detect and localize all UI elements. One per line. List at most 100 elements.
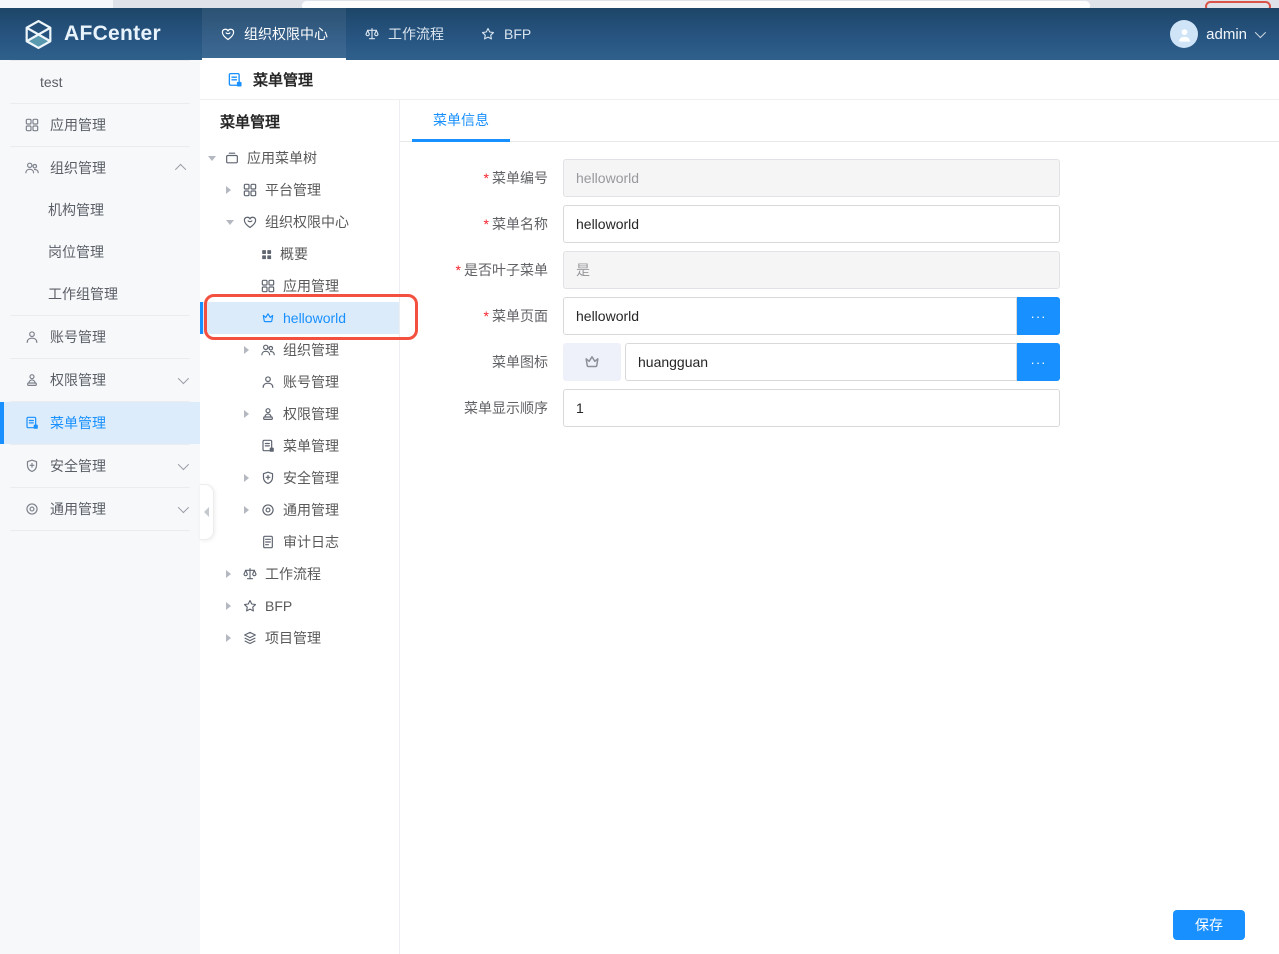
browser-address-bar — [302, 1, 1090, 8]
app-logo[interactable]: AFCenter — [0, 8, 202, 60]
scale-icon — [364, 26, 380, 42]
heart-shield-icon — [242, 214, 258, 230]
logo-text: AFCenter — [64, 22, 161, 46]
sidebar-item-security-management[interactable]: 安全管理 — [0, 445, 200, 487]
tree-item-label: 安全管理 — [283, 468, 339, 488]
grid-icon — [260, 278, 276, 294]
sidebar-item-app-management[interactable]: 应用管理 — [0, 104, 200, 146]
field-label: 菜单图标 — [400, 352, 548, 372]
tree-caret[interactable] — [244, 410, 260, 418]
tree-item-workflow[interactable]: 工作流程 — [200, 558, 399, 590]
tree-caret[interactable] — [226, 634, 242, 642]
menu-page-field[interactable] — [563, 297, 1017, 335]
field-label-text: 是否叶子菜单 — [464, 262, 548, 278]
required-mark: * — [484, 216, 489, 232]
annotation-oval — [1205, 1, 1271, 8]
tree-item-menu-management[interactable]: 菜单管理 — [200, 430, 399, 462]
form-row-menu-icon: 菜单图标 ··· — [400, 343, 1279, 381]
tree-caret[interactable] — [226, 186, 242, 194]
browser-tab-remnant — [0, 0, 113, 8]
tree-item-platform-management[interactable]: 平台管理 — [200, 174, 399, 206]
menu-tree-panel: 菜单管理 应用菜单树 平台管理 组织权限中心 — [200, 100, 400, 954]
tree-item-bfp[interactable]: BFP — [200, 590, 399, 622]
tree-item-security-management[interactable]: 安全管理 — [200, 462, 399, 494]
tree-caret[interactable] — [244, 346, 260, 354]
nav-tab-org-permission-center[interactable]: 组织权限中心 — [202, 8, 346, 60]
tree-item-helloworld[interactable]: helloworld — [200, 302, 399, 334]
menu-doc-icon — [226, 71, 244, 89]
tree-item-label: 应用菜单树 — [247, 148, 317, 168]
chevron-down-icon — [178, 373, 189, 384]
tab-bar: 菜单信息 — [400, 100, 1279, 142]
top-navbar: AFCenter 组织权限中心 工作流程 BFP admin — [0, 8, 1279, 60]
tree-item-audit-log[interactable]: 审计日志 — [200, 526, 399, 558]
tree-item-org-management[interactable]: 组织管理 — [200, 334, 399, 366]
sidebar-item-position-management[interactable]: 岗位管理 — [0, 231, 200, 273]
menu-name-field[interactable] — [563, 205, 1060, 243]
tree-item-overview[interactable]: 概要 — [200, 238, 399, 270]
field-label: 菜单显示顺序 — [400, 398, 548, 418]
menu-icon-browse-button[interactable]: ··· — [1017, 343, 1060, 381]
sidebar-item-menu-management[interactable]: 菜单管理 — [0, 402, 200, 444]
tree-item-app-management[interactable]: 应用管理 — [200, 270, 399, 302]
caret-right-icon — [244, 346, 249, 354]
sidebar-item-test[interactable]: test — [0, 61, 200, 103]
tree-item-general-management[interactable]: 通用管理 — [200, 494, 399, 526]
form-row-leaf-menu: *是否叶子菜单 — [400, 251, 1279, 289]
tree-caret[interactable] — [226, 570, 242, 578]
required-mark: * — [456, 262, 461, 278]
field-label: *菜单页面 — [400, 306, 548, 326]
tree-item-label: 菜单管理 — [283, 436, 339, 456]
tree-caret[interactable] — [226, 602, 242, 610]
tree-caret[interactable] — [226, 220, 242, 225]
tree-item-account-management[interactable]: 账号管理 — [200, 366, 399, 398]
tree-caret[interactable] — [208, 156, 224, 161]
menu-page-browse-button[interactable]: ··· — [1017, 297, 1060, 335]
tab-menu-info[interactable]: 菜单信息 — [412, 100, 510, 142]
sidebar-item-label: test — [40, 74, 186, 90]
tree-item-project-management[interactable]: 项目管理 — [200, 622, 399, 654]
sidebar-item-org-management[interactable]: 组织管理 — [0, 147, 200, 189]
tree-caret[interactable] — [244, 474, 260, 482]
field-label-text: 菜单显示顺序 — [464, 400, 548, 416]
star-icon — [242, 598, 258, 614]
content-row: 菜单管理 应用菜单树 平台管理 组织权限中心 — [200, 100, 1279, 954]
target-icon — [24, 501, 40, 517]
shield-plus-icon — [260, 470, 276, 486]
chevron-down-icon — [1255, 27, 1266, 38]
sidebar-item-label: 权限管理 — [50, 370, 178, 390]
field-label: *是否叶子菜单 — [400, 260, 548, 280]
sidebar-item-institution-management[interactable]: 机构管理 — [0, 189, 200, 231]
app-box-icon — [224, 150, 240, 166]
tree-item-permission-management[interactable]: 权限管理 — [200, 398, 399, 430]
sidebar-collapse-handle[interactable] — [200, 484, 214, 540]
nav-tab-bfp[interactable]: BFP — [462, 8, 549, 60]
nav-tab-label: 工作流程 — [388, 24, 444, 44]
page-header: 菜单管理 — [200, 60, 1279, 100]
caret-right-icon — [244, 506, 249, 514]
page-title: 菜单管理 — [253, 69, 313, 90]
tree-panel-title: 菜单管理 — [200, 100, 399, 142]
chevron-down-icon — [178, 502, 189, 513]
logo-cube-icon — [22, 18, 55, 51]
menu-code-field — [563, 159, 1060, 197]
field-label-text: 菜单图标 — [492, 354, 548, 370]
sidebar-item-workgroup-management[interactable]: 工作组管理 — [0, 273, 200, 315]
sidebar-item-account-management[interactable]: 账号管理 — [0, 316, 200, 358]
save-button[interactable]: 保存 — [1173, 910, 1245, 940]
caret-right-icon — [226, 186, 231, 194]
nav-tab-workflow[interactable]: 工作流程 — [346, 8, 462, 60]
scale-icon — [242, 566, 258, 582]
tree-item-app-menu-tree[interactable]: 应用菜单树 — [200, 142, 399, 174]
menu-icon-field[interactable] — [625, 343, 1017, 381]
crown-icon — [582, 352, 602, 372]
sidebar-item-label: 菜单管理 — [50, 413, 186, 433]
sidebar-item-permission-management[interactable]: 权限管理 — [0, 359, 200, 401]
menu-order-field[interactable] — [563, 389, 1060, 427]
avatar — [1170, 20, 1198, 48]
sidebar-item-general-management[interactable]: 通用管理 — [0, 488, 200, 530]
tree-caret[interactable] — [244, 506, 260, 514]
tree-item-org-permission-center[interactable]: 组织权限中心 — [200, 206, 399, 238]
user-menu[interactable]: admin — [1170, 8, 1263, 60]
target-icon — [260, 502, 276, 518]
